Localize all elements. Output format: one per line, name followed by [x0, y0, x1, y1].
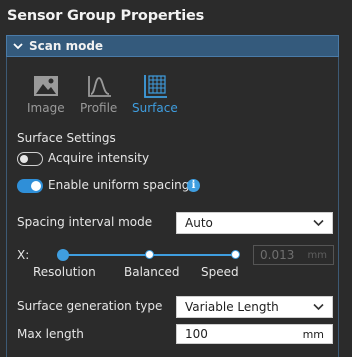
scan-mode-section-header[interactable]: Scan mode — [6, 35, 339, 57]
chevron-down-icon — [313, 219, 324, 227]
slider-handle[interactable] — [57, 249, 69, 261]
max-length-label: Max length — [17, 327, 84, 341]
acquire-intensity-label: Acquire intensity — [48, 151, 150, 165]
slider-label-resolution: Resolution — [33, 265, 96, 279]
toggle-knob — [20, 155, 28, 163]
spacing-value-field: 0.013 mm — [253, 245, 334, 265]
mode-tab-label: Profile — [80, 101, 118, 115]
section-title: Scan mode — [29, 39, 104, 53]
acquire-intensity-toggle[interactable] — [17, 152, 43, 166]
info-icon[interactable]: i — [187, 179, 200, 192]
slider-stop-balanced[interactable] — [145, 250, 154, 259]
surface-settings-heading: Surface Settings — [17, 131, 116, 145]
panel-title: Sensor Group Properties — [7, 8, 205, 24]
chevron-down-icon — [13, 43, 23, 50]
dropdown-value: Variable Length — [185, 300, 279, 314]
uniform-spacing-label: Enable uniform spacing — [48, 178, 190, 192]
mode-tab-label: Image — [27, 101, 65, 115]
slider-axis-label: X: — [17, 248, 30, 262]
profile-icon — [87, 76, 111, 97]
mode-tab-surface[interactable]: Surface — [132, 72, 178, 115]
image-icon — [33, 76, 58, 96]
generation-type-label: Surface generation type — [17, 299, 163, 313]
dropdown-value: Auto — [185, 216, 213, 230]
mode-tab-label: Surface — [132, 101, 178, 115]
surface-icon — [143, 75, 167, 98]
spacing-value: 0.013 — [260, 248, 295, 262]
max-length-unit: mm — [302, 327, 324, 341]
slider-stop-speed[interactable] — [231, 250, 240, 259]
max-length-input[interactable]: 100 mm — [176, 324, 333, 344]
mode-tab-profile[interactable]: Profile — [80, 72, 117, 115]
spacing-interval-dropdown[interactable]: Auto — [176, 212, 333, 234]
spacing-interval-label: Spacing interval mode — [17, 215, 153, 229]
uniform-spacing-toggle[interactable] — [17, 179, 43, 193]
max-length-value: 100 — [185, 327, 208, 341]
spacing-unit: mm — [307, 249, 327, 261]
mode-tab-image[interactable]: Image — [27, 72, 65, 115]
slider-label-speed: Speed — [201, 265, 239, 279]
generation-type-dropdown[interactable]: Variable Length — [176, 296, 333, 318]
chevron-down-icon — [313, 303, 324, 311]
toggle-knob — [31, 181, 41, 191]
slider-label-balanced: Balanced — [124, 265, 180, 279]
